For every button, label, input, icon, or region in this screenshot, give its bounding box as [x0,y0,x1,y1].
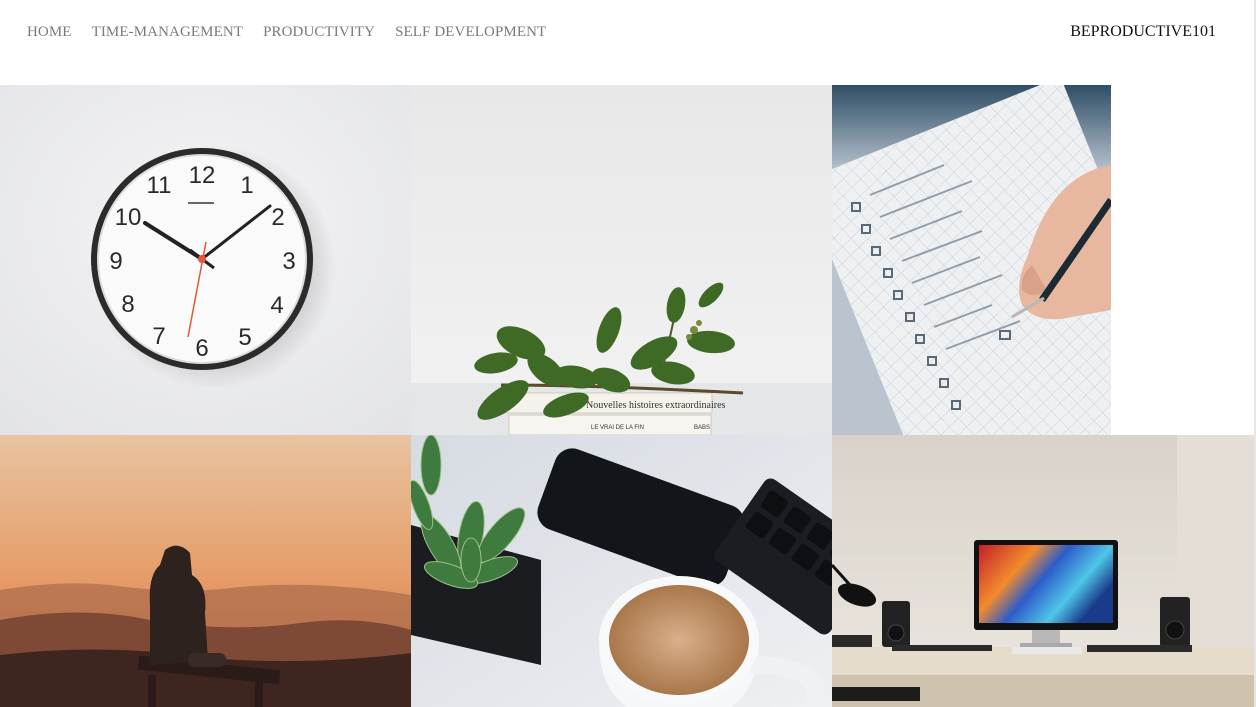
top-navigation: HOME TIME-MANAGEMENT PRODUCTIVITY SELF D… [0,0,1256,85]
nav-link-time-management[interactable]: TIME-MANAGEMENT [92,23,243,41]
svg-text:1: 1 [240,172,253,199]
book-title-1: Nouvelles histoires extraordinaires [586,400,726,411]
svg-text:12: 12 [189,162,216,189]
nav-link-self-development[interactable]: SELF DEVELOPMENT [395,23,546,41]
svg-text:4: 4 [270,292,283,319]
book-title-2: LE VRAI DE LA FIN [591,425,644,431]
wall-clock-photo[interactable]: 12 1 2 3 4 5 6 7 8 9 10 11 [0,85,411,435]
checklist-writing-photo[interactable] [832,85,1111,435]
site-brand[interactable]: BEPRODUCTIVE101 [1070,23,1216,41]
nav-link-productivity[interactable]: PRODUCTIVITY [263,23,375,41]
svg-text:3: 3 [282,248,295,275]
svg-text:8: 8 [121,291,134,318]
svg-text:9: 9 [109,248,122,275]
nav-links: HOME TIME-MANAGEMENT PRODUCTIVITY SELF D… [27,23,546,41]
coffee-succulent-phone-photo[interactable] [411,435,832,707]
svg-text:2: 2 [271,204,284,231]
sunset-mountain-photo[interactable] [0,435,411,707]
svg-text:11: 11 [147,172,172,199]
svg-text:6: 6 [195,335,208,362]
svg-text:7: 7 [152,323,165,350]
nav-link-home[interactable]: HOME [27,23,72,41]
book-title-3: BABS [694,425,710,431]
plant-on-books-photo[interactable]: Nouvelles histoires extraordinaires LE V… [411,85,832,435]
svg-text:5: 5 [238,324,251,351]
desk-computer-setup-photo[interactable] [832,435,1254,707]
svg-text:10: 10 [115,204,142,231]
